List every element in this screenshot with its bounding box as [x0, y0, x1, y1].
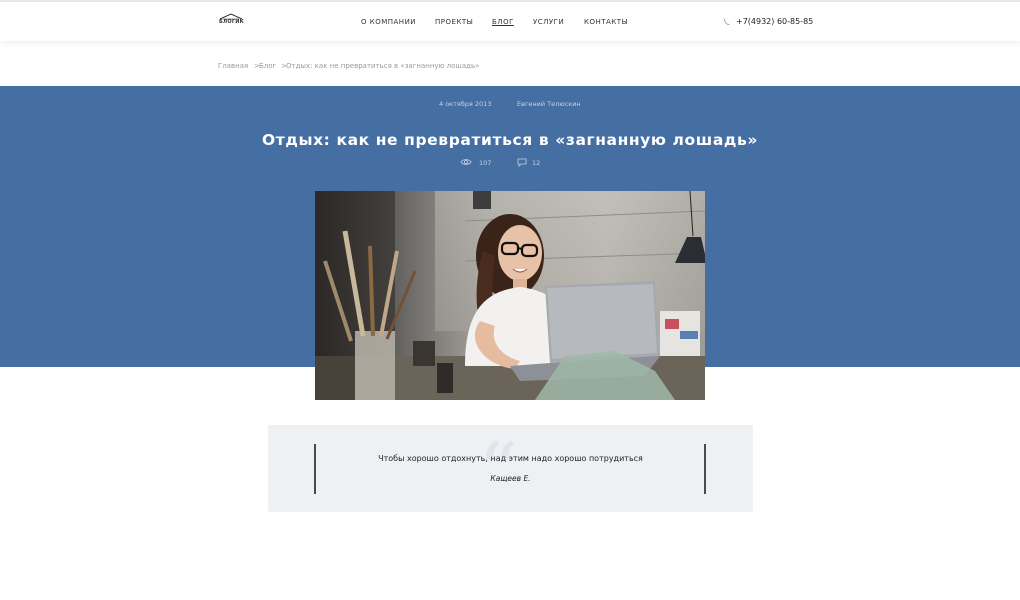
nav-item-about[interactable]: О компании: [361, 18, 416, 26]
comment-icon: [517, 158, 527, 167]
quote-left-bar: [314, 444, 316, 494]
breadcrumb-home[interactable]: Главная: [218, 62, 248, 70]
article-date: 4 октября 2013: [439, 100, 492, 108]
article-author[interactable]: Евгений Телюскин: [517, 100, 581, 108]
quote-right-bar: [704, 444, 706, 494]
logo[interactable]: БЛОГИК: [219, 13, 244, 27]
nav-item-services[interactable]: Услуги: [533, 18, 564, 26]
phone-number[interactable]: +7(4932) 60-85-85: [736, 17, 813, 26]
quote-text: Чтобы хорошо отдохнуть, над этим надо хо…: [378, 454, 643, 463]
quote-author: Кащеев Е.: [490, 474, 531, 483]
comments-count[interactable]: 12: [532, 159, 540, 167]
woman-with-laptop-photo: [315, 191, 705, 400]
nav-item-blog[interactable]: Блог: [492, 18, 514, 26]
article-title: Отдых: как не превратиться в «загнанную …: [261, 131, 759, 149]
breadcrumb-current: Отдых: как не превратиться в «загнанную …: [286, 62, 480, 70]
logo-text: БЛОГИК: [219, 19, 244, 25]
site-header: БЛОГИК О компании Проекты Блог Услуги Ко…: [0, 2, 1020, 41]
views-count: 107: [479, 159, 492, 167]
nav-item-projects[interactable]: Проекты: [435, 18, 473, 26]
eye-icon: [460, 159, 472, 165]
quote-block: “ Чтобы хорошо отдохнуть, над этим надо …: [268, 425, 753, 512]
phone-icon: [724, 18, 730, 25]
breadcrumb-blog[interactable]: Блог: [259, 62, 276, 70]
nav-item-contacts[interactable]: Контакты: [584, 18, 628, 26]
quote-mark-icon: “: [478, 427, 518, 517]
